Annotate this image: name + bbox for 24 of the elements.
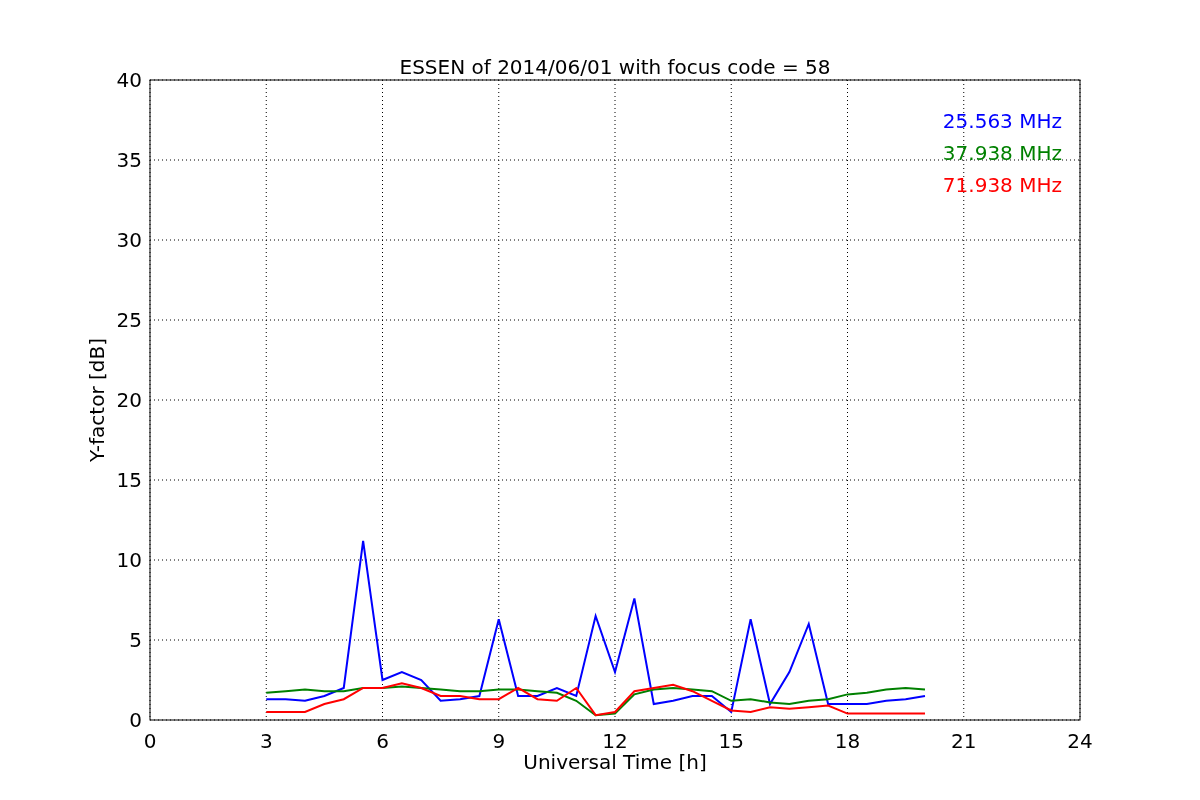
x-tick-label: 3 — [259, 729, 273, 753]
y-tick-label: 30 — [116, 228, 142, 252]
y-tick-label: 15 — [116, 468, 142, 492]
x-tick-label: 15 — [718, 729, 744, 753]
chart-title: ESSEN of 2014/06/01 with focus code = 58 — [399, 55, 831, 79]
x-tick-label: 12 — [602, 729, 628, 753]
y-tick-label: 20 — [116, 388, 142, 412]
y-tick-label: 35 — [116, 148, 142, 172]
x-tick-label: 24 — [1067, 729, 1093, 753]
y-axis-label: Y-factor [dB] — [85, 338, 109, 462]
legend-label: 25.563 MHz — [942, 109, 1062, 133]
y-tick-label: 40 — [116, 68, 142, 92]
y-tick-label: 0 — [129, 708, 142, 732]
x-tick-label: 9 — [492, 729, 506, 753]
legend-label: 37.938 MHz — [942, 141, 1062, 165]
legend-label: 71.938 MHz — [942, 173, 1062, 197]
x-tick-label: 6 — [376, 729, 389, 753]
y-tick-label: 25 — [116, 308, 142, 332]
y-tick-label: 5 — [129, 628, 142, 652]
x-tick-label: 18 — [834, 729, 861, 753]
x-tick-label: 0 — [143, 729, 157, 753]
y-tick-label: 10 — [116, 548, 142, 572]
x-tick-label: 21 — [951, 729, 977, 753]
x-axis-label: Universal Time [h] — [523, 750, 707, 774]
